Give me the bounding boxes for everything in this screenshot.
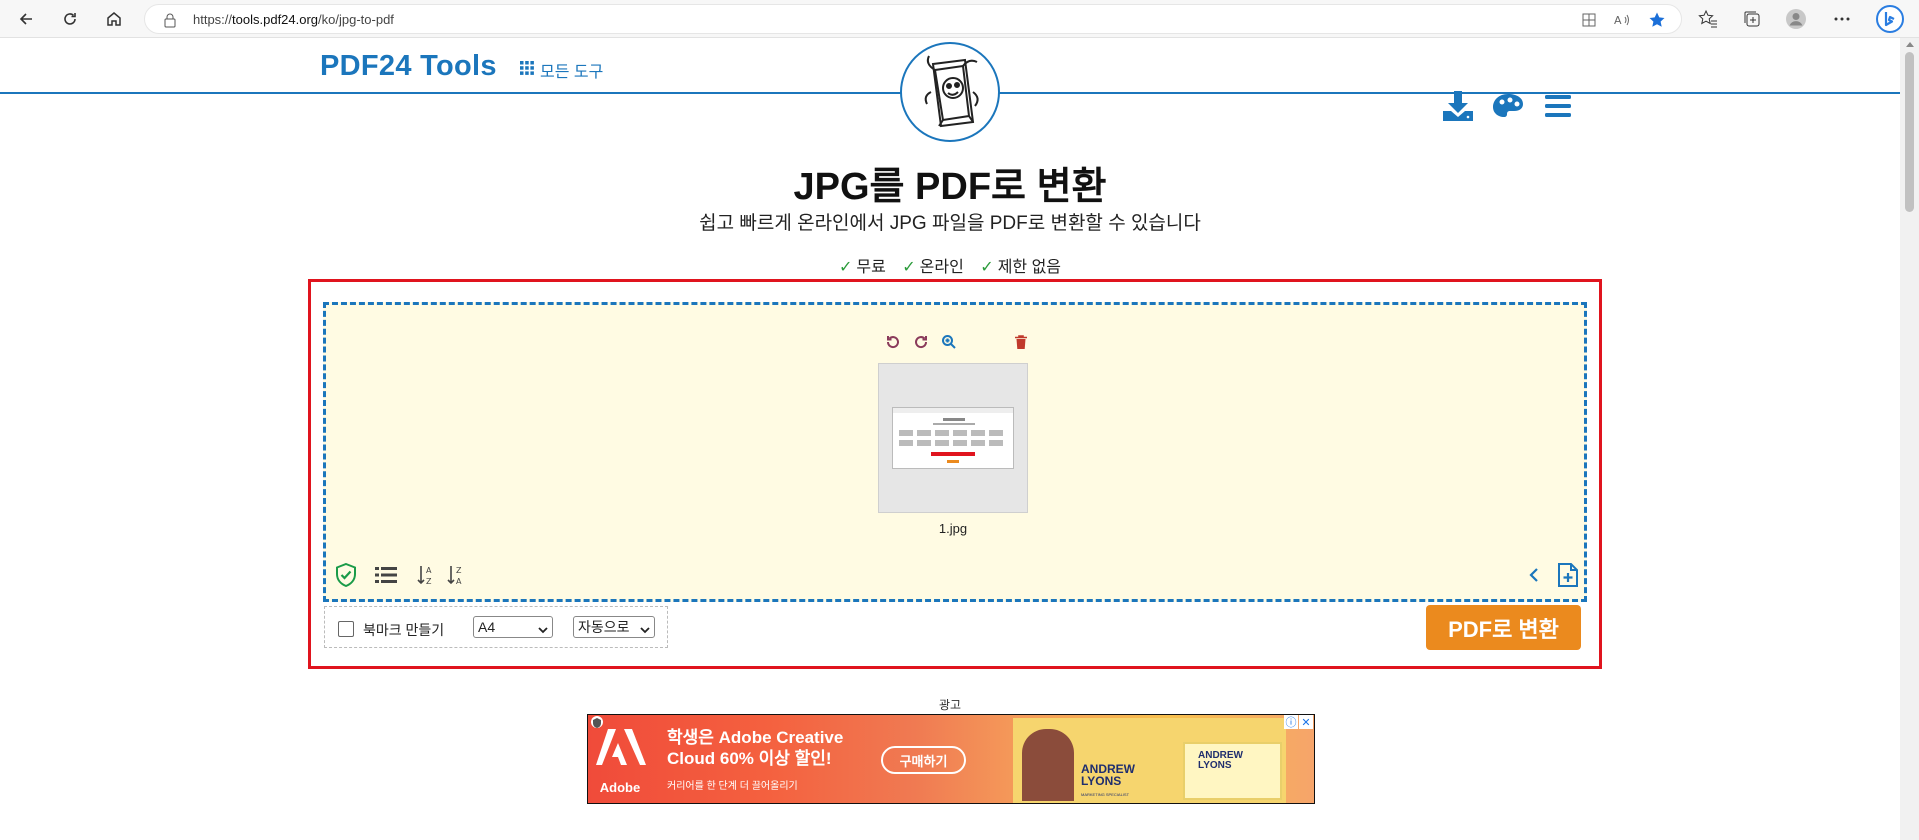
- svg-text:A: A: [456, 577, 462, 586]
- bookmark-checkbox[interactable]: [338, 621, 354, 637]
- scroll-up-arrow-icon[interactable]: [1906, 42, 1914, 47]
- zoom-in-icon[interactable]: [940, 333, 958, 351]
- rotate-right-icon[interactable]: [912, 333, 930, 351]
- ad-person-name: ANDREW LYONS MARKETING SPECIALIST: [1081, 762, 1135, 797]
- checkmark-icon: ✓: [980, 259, 994, 276]
- page-subtitle: 쉽고 빠르게 온라인에서 JPG 파일을 PDF로 변환할 수 있습니다: [699, 213, 1201, 234]
- svg-text:A: A: [1614, 14, 1622, 27]
- refresh-icon[interactable]: [56, 6, 84, 32]
- converter-tool: 1.jpg AZ ZA 북마크 만들기 A4 자동으로 PDF로 변환: [308, 279, 1602, 669]
- adobe-a-icon: [596, 729, 646, 765]
- svg-text:A: A: [426, 566, 432, 575]
- feature-item: ✓ 무료: [838, 259, 886, 276]
- ad-close-icon[interactable]: ✕: [1299, 715, 1313, 729]
- site-logo[interactable]: PDF24 Tools: [320, 50, 497, 83]
- ad-headline: 학생은 Adobe Creative Cloud 60% 이상 할인!: [667, 728, 844, 768]
- checkmark-icon: ✓: [902, 259, 916, 276]
- checkmark-icon: ✓: [838, 259, 853, 276]
- convert-to-pdf-button[interactable]: PDF로 변환: [1426, 605, 1581, 650]
- chevron-down-icon: [640, 621, 650, 641]
- page-size-value: A4: [478, 619, 496, 635]
- more-menu-icon[interactable]: [1830, 8, 1854, 30]
- grid-icon: [520, 60, 534, 80]
- all-tools-link[interactable]: 모든 도구: [520, 58, 603, 82]
- address-bar[interactable]: https://tools.pdf24.org/ko/jpg-to-pdf A: [144, 4, 1682, 34]
- read-aloud-icon[interactable]: A: [1611, 11, 1635, 29]
- mascot-logo[interactable]: [900, 42, 1000, 142]
- collections-icon[interactable]: [1740, 8, 1764, 30]
- shield-check-icon[interactable]: [334, 563, 358, 587]
- bookmark-label: 북마크 만들기: [363, 622, 445, 638]
- page-title: JPG를 PDF로 변환: [793, 166, 1107, 208]
- hamburger-menu-icon[interactable]: [1540, 89, 1576, 123]
- theme-palette-icon[interactable]: [1490, 89, 1526, 123]
- all-tools-label: 모든 도구: [540, 64, 604, 81]
- adobe-wordmark: Adobe: [599, 780, 641, 795]
- sort-az-icon[interactable]: AZ: [416, 563, 436, 587]
- delete-trash-icon[interactable]: [1012, 333, 1030, 351]
- download-icon[interactable]: [1440, 89, 1476, 123]
- ad-buy-button[interactable]: 구매하기: [881, 746, 966, 774]
- home-icon[interactable]: [100, 6, 128, 32]
- orientation-value: 자동으로: [578, 619, 630, 635]
- ad-frame-name: ANDREW LYONS: [1198, 750, 1243, 771]
- ad-person-photo: [1022, 729, 1074, 801]
- svg-text:Z: Z: [456, 566, 462, 575]
- file-toolbar: [884, 333, 1034, 351]
- ad-subline: 커리어를 한 단계 더 끌어올리기: [667, 781, 798, 792]
- bing-chat-icon[interactable]: [1876, 5, 1904, 33]
- profile-avatar-icon[interactable]: [1784, 8, 1808, 30]
- ad-info-icon[interactable]: ⓘ: [1284, 715, 1298, 729]
- sort-za-icon[interactable]: ZA: [446, 563, 466, 587]
- conversion-options: 북마크 만들기 A4 자동으로: [324, 606, 668, 648]
- orientation-select[interactable]: 자동으로: [573, 616, 655, 638]
- chevron-down-icon: [538, 621, 548, 641]
- url-text: https://tools.pdf24.org/ko/jpg-to-pdf: [193, 12, 394, 27]
- file-thumbnail-card[interactable]: [878, 363, 1028, 513]
- list-view-icon[interactable]: [374, 563, 398, 587]
- mascot-illustration: [924, 55, 979, 128]
- page-scrollbar[interactable]: [1900, 38, 1919, 840]
- browser-toolbar: https://tools.pdf24.org/ko/jpg-to-pdf A: [0, 0, 1919, 38]
- feature-list: ✓ 무료 ✓ 온라인 ✓ 제한 없음: [0, 253, 1900, 277]
- favorite-star-icon[interactable]: [1645, 11, 1669, 29]
- svg-text:Z: Z: [426, 577, 432, 586]
- ad-banner[interactable]: Adobe 학생은 Adobe Creative Cloud 60% 이상 할인…: [587, 714, 1315, 804]
- add-file-icon[interactable]: [1556, 563, 1580, 587]
- rotate-left-icon[interactable]: [884, 333, 902, 351]
- chevron-left-icon[interactable]: [1526, 563, 1542, 587]
- favorites-icon[interactable]: [1696, 8, 1720, 30]
- lock-icon[interactable]: [163, 12, 177, 33]
- file-thumbnail-image: [892, 407, 1014, 469]
- feature-item: ✓ 온라인: [902, 259, 964, 276]
- page-size-select[interactable]: A4: [473, 616, 553, 638]
- app-available-icon[interactable]: [1577, 11, 1601, 29]
- adobe-logo: Adobe: [594, 723, 646, 797]
- back-icon[interactable]: [12, 6, 40, 32]
- ad-label: 광고: [938, 698, 962, 712]
- feature-item: ✓ 제한 없음: [980, 259, 1062, 276]
- file-drop-zone[interactable]: 1.jpg AZ ZA: [323, 302, 1587, 602]
- file-name-label: 1.jpg: [938, 521, 968, 536]
- scrollbar-thumb[interactable]: [1905, 52, 1914, 212]
